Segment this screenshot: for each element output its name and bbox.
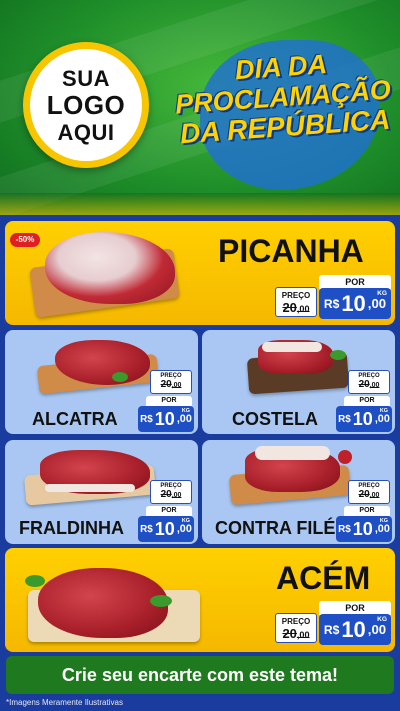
herb-decoration	[112, 372, 128, 382]
unit-label: KG	[377, 290, 387, 297]
old-price-value: 20,00	[282, 626, 310, 641]
old-price-value: 20,00	[358, 379, 380, 390]
old-price-value: 20,00	[160, 379, 182, 390]
old-price-box: PREÇO 20,00	[348, 480, 390, 504]
old-price-box: PREÇO 20,00	[275, 613, 317, 643]
price-tag-acem: PREÇO 20,00 POR R$ 10,00 KG	[275, 601, 395, 647]
page-title: DIA DA PROCLAMAÇÃO DA REPÚBLICA	[165, 44, 400, 150]
new-price-box: R$ 10,00 KG	[336, 406, 392, 432]
price-tag-picanha: PREÇO 20,00 POR R$ 10,00 KG	[275, 275, 395, 321]
herb-decoration	[25, 575, 45, 587]
cta-banner[interactable]: Crie seu encarte com este tema!	[6, 656, 394, 694]
currency-symbol: R$	[338, 413, 351, 425]
discount-badge: -50%	[10, 233, 40, 247]
price-cents: ,00	[374, 413, 390, 425]
product-name-contra-file: CONTRA FILÉ	[215, 518, 336, 538]
price-tag-fraldinha: PREÇO 20,00 POR R$ 10,00 KG	[138, 480, 195, 542]
logo-placeholder: SUA LOGO AQUI	[23, 42, 149, 168]
new-price-label: POR	[319, 275, 391, 289]
old-price-box: PREÇO 20,00	[348, 370, 390, 394]
fat-layer	[45, 484, 135, 492]
herb-decoration	[330, 350, 346, 360]
price-cents: ,00	[176, 523, 192, 535]
old-price-value: 20,00	[358, 489, 380, 500]
product-name-picanha: PICANHA	[218, 233, 364, 269]
currency-symbol: R$	[323, 622, 340, 637]
product-name-acem: ACÉM	[276, 560, 371, 596]
new-price-label: POR	[146, 396, 192, 406]
currency-symbol: R$	[140, 413, 153, 425]
decorative-band	[0, 193, 400, 215]
old-price-value: 20,00	[160, 489, 182, 500]
price-value: 10	[154, 408, 175, 429]
new-price-label: POR	[344, 396, 390, 406]
unit-label: KG	[379, 518, 388, 524]
new-price-box: R$ 10,00 KG	[138, 516, 194, 542]
acem-image	[38, 568, 168, 638]
currency-symbol: R$	[323, 296, 340, 311]
product-name-fraldinha: FRALDINHA	[19, 518, 124, 538]
product-name-costela: COSTELA	[232, 409, 319, 429]
currency-symbol: R$	[140, 523, 153, 535]
logo-text-line1: SUA	[62, 65, 110, 91]
price-tag-alcatra: PREÇO 20,00 POR R$ 10,00 KG	[138, 370, 195, 432]
disclaimer-text: *Imagens Meramente Ilustrativas	[6, 698, 123, 707]
old-price-box: PREÇO 20,00	[275, 287, 317, 317]
product-name-alcatra: ALCATRA	[32, 409, 118, 429]
new-price-box: R$ 10,00 KG	[138, 406, 194, 432]
unit-label: KG	[377, 616, 387, 623]
price-value: 10	[352, 518, 373, 539]
price-cents: ,00	[367, 296, 387, 311]
price-value: 10	[341, 290, 366, 316]
new-price-label: POR	[319, 601, 391, 615]
old-price-box: PREÇO 20,00	[150, 370, 192, 394]
unit-label: KG	[181, 518, 190, 524]
unit-label: KG	[379, 408, 388, 414]
price-value: 10	[341, 616, 366, 642]
herb-decoration	[150, 595, 172, 607]
new-price-box: R$ 10,00 KG	[336, 516, 392, 542]
price-cents: ,00	[367, 622, 387, 637]
logo-text-line2: LOGO	[46, 89, 126, 120]
logo-text-line3: AQUI	[57, 119, 115, 145]
currency-symbol: R$	[338, 523, 351, 535]
new-price-box: R$ 10,00 KG	[319, 288, 391, 319]
price-tag-costela: PREÇO 20,00 POR R$ 10,00 KG	[336, 370, 393, 432]
price-value: 10	[352, 408, 373, 429]
old-price-value: 20,00	[282, 300, 310, 315]
fat-layer	[262, 342, 322, 352]
old-price-label: PREÇO	[281, 617, 311, 626]
new-price-label: POR	[146, 506, 192, 516]
price-cents: ,00	[374, 523, 390, 535]
old-price-box: PREÇO 20,00	[150, 480, 192, 504]
unit-label: KG	[181, 408, 190, 414]
tomato-decoration	[338, 450, 352, 464]
new-price-label: POR	[344, 506, 390, 516]
price-cents: ,00	[176, 413, 192, 425]
fat-layer	[255, 446, 330, 460]
new-price-box: R$ 10,00 KG	[319, 614, 391, 645]
old-price-label: PREÇO	[281, 291, 311, 300]
header-banner: SUA LOGO AQUI DIA DA PROCLAMAÇÃO DA REPÚ…	[0, 0, 400, 215]
price-tag-contra-file: PREÇO 20,00 POR R$ 10,00 KG	[336, 480, 393, 542]
price-value: 10	[154, 518, 175, 539]
